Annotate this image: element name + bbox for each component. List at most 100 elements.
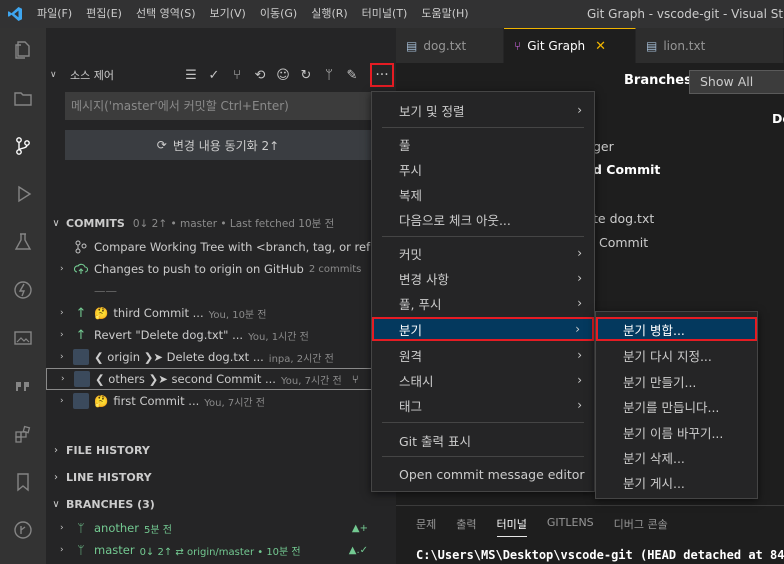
graph-row-text[interactable]: te dog.txt	[593, 211, 654, 226]
commit-row-selected[interactable]: › ❮ others ❯➤ second Commit ... You, 7시간…	[46, 368, 396, 390]
sync-changes-button[interactable]: ⟳ 변경 내용 동기화 2↑	[65, 130, 371, 160]
submenu-delete-branch[interactable]: 분기 삭제...	[596, 445, 757, 469]
file-history-title: FILE HISTORY	[66, 443, 150, 457]
smiley-icon[interactable]: ☺	[274, 66, 292, 84]
tab-dog-txt[interactable]: ▤ dog.txt	[396, 28, 504, 63]
tab-output[interactable]: 출력	[456, 516, 476, 537]
menu-item-branch[interactable]: 분기 ›	[372, 317, 594, 341]
folder-icon[interactable]	[11, 86, 35, 110]
sync-label: 변경 내용 동기화 2↑	[172, 138, 280, 153]
gitlens-icon[interactable]	[11, 278, 35, 302]
menu-help[interactable]: 도움말(H)	[414, 0, 475, 28]
git-graph-icon[interactable]	[11, 518, 35, 542]
graph-row-text[interactable]: Commit	[599, 235, 648, 250]
branches-dropdown[interactable]: Show All	[689, 70, 784, 94]
menu-item-pull[interactable]: 풀	[372, 132, 594, 156]
bookmark-icon[interactable]	[11, 470, 35, 494]
test-flask-icon[interactable]	[11, 230, 35, 254]
tab-problems[interactable]: 문제	[416, 516, 436, 537]
chevron-right-icon: ›	[577, 373, 582, 387]
menu-go[interactable]: 이동(G)	[253, 0, 304, 28]
menu-item-commit[interactable]: 커밋 ›	[372, 241, 594, 265]
submenu-rename-branch[interactable]: 분기 이름 바꾸기...	[596, 420, 757, 444]
submenu-create-branch-from[interactable]: 분기를 만듭니다...	[596, 394, 757, 418]
tab-gitlens[interactable]: GITLENS	[547, 516, 594, 537]
chevron-right-icon: ›	[577, 271, 582, 285]
tab-lion-txt[interactable]: ▤ lion.txt	[636, 28, 784, 63]
emoji-icon: 🤔	[94, 306, 109, 320]
commit-row-text: Compare Working Tree with <branch, tag, …	[94, 240, 380, 254]
menu-item-clone[interactable]: 복제	[372, 182, 594, 206]
menu-item-label: 다음으로 체크 아웃...	[399, 212, 511, 228]
commits-section-header[interactable]: ∨ COMMITS 0↓ 2↑ • master • Last fetched …	[46, 213, 396, 233]
branch-row[interactable]: › ᛘ another 5분 전 ▲+	[46, 517, 396, 539]
branch-row[interactable]: › ᛘ master 0↓ 2↑ ⇄ origin/master • 10분 전…	[46, 539, 396, 561]
compare-icon[interactable]: ⑂	[352, 372, 359, 386]
submenu-create-branch[interactable]: 분기 만들기...	[596, 369, 757, 393]
terminal-prompt[interactable]: C:\Users\MS\Desktop\vscode-git (HEAD det…	[416, 548, 784, 562]
history-icon[interactable]: ⟲	[251, 66, 269, 84]
menu-item-open-commit-editor[interactable]: Open commit message editor	[372, 462, 594, 486]
chevron-right-icon: ›	[60, 264, 64, 274]
run-debug-icon[interactable]	[11, 182, 35, 206]
close-icon[interactable]: ✕	[595, 39, 606, 54]
commit-row[interactable]: › ↑ 🤔 third Commit ... You, 10분 전	[46, 302, 396, 324]
menu-item-remote[interactable]: 원격 ›	[372, 343, 594, 367]
commit-row[interactable]: › ↑ Revert "Delete dog.txt" ... You, 1시간…	[46, 324, 396, 346]
commit-row-sub: You, 1시간 전	[248, 331, 309, 343]
window-title: Git Graph - vscode-git - Visual Studio	[587, 7, 784, 21]
menu-run[interactable]: 실행(R)	[304, 0, 354, 28]
graph-row-text[interactable]: d Commit	[593, 162, 660, 177]
extensions-icon[interactable]	[11, 422, 35, 446]
edit-pencil-icon[interactable]: ✎	[343, 66, 361, 84]
tab-debug-console[interactable]: 디버그 콘솔	[614, 516, 668, 537]
submenu-rebase-branch[interactable]: 분기 다시 지정...	[596, 343, 757, 367]
branches-header[interactable]: ∨ BRANCHES (3)	[46, 494, 396, 514]
menu-bar: 파일(F) 편집(E) 선택 영역(S) 보기(V) 이동(G) 실행(R) 터…	[30, 0, 476, 28]
menu-item-changes[interactable]: 변경 사항 ›	[372, 266, 594, 290]
menu-selection[interactable]: 선택 영역(S)	[129, 0, 203, 28]
graph-row-text[interactable]: ger	[593, 139, 614, 154]
submenu-publish-branch[interactable]: 분기 게시...	[596, 470, 757, 494]
scm-toolbar: ☰ ✓ ⑂ ⟲ ☺ ↻ ᛘ ✎	[182, 66, 361, 84]
git-graph-icon: ⑂	[514, 39, 522, 53]
tab-git-graph[interactable]: ⑂ Git Graph ✕	[504, 28, 636, 63]
chevron-right-icon: ›	[60, 545, 64, 555]
menu-item-show-git-output[interactable]: Git 출력 표시	[372, 428, 594, 452]
cloud-upload-icon	[72, 262, 90, 276]
tab-terminal[interactable]: 터미널	[496, 516, 527, 537]
menu-item-label: 푸시	[399, 162, 423, 178]
commit-message-input[interactable]: 메시지('master'에서 커밋할 Ctrl+Enter)	[65, 92, 371, 120]
refresh-icon[interactable]: ↻	[297, 66, 315, 84]
commit-row-sub: You, 7시간 전	[204, 397, 266, 409]
menu-item-checkout[interactable]: 다음으로 체크 아웃...	[372, 207, 594, 231]
submenu-merge-branch[interactable]: 분기 병합...	[596, 317, 757, 341]
menu-item-push[interactable]: 푸시	[372, 157, 594, 181]
file-history-header[interactable]: › FILE HISTORY	[46, 440, 396, 460]
menu-item-pull-push[interactable]: 풀, 푸시 ›	[372, 291, 594, 315]
quote-icon[interactable]	[11, 374, 35, 398]
more-actions-button[interactable]: ···	[370, 63, 394, 87]
view-as-list-icon[interactable]: ☰	[182, 66, 200, 84]
compare-icon	[72, 240, 90, 254]
menu-item-stash[interactable]: 스태시 ›	[372, 368, 594, 392]
menu-item-tags[interactable]: 태그 ›	[372, 393, 594, 417]
commit-row[interactable]: › ❮ origin ❯➤ Delete dog.txt ... inpa, 2…	[46, 346, 396, 368]
menu-edit[interactable]: 편집(E)	[79, 0, 129, 28]
menu-item-view-sort[interactable]: 보기 및 정렬 ›	[372, 98, 594, 122]
menu-file[interactable]: 파일(F)	[30, 0, 79, 28]
commit-row[interactable]: Compare Working Tree with <branch, tag, …	[46, 236, 396, 258]
branch-name: master	[94, 543, 135, 557]
separator-text: ——	[94, 284, 117, 298]
commit-row[interactable]: › 🤔 first Commit ... You, 7시간 전	[46, 390, 396, 412]
explorer-icon[interactable]	[11, 38, 35, 62]
pull-request-icon[interactable]: ⑂	[228, 66, 246, 84]
menu-view[interactable]: 보기(V)	[202, 0, 252, 28]
commit-check-icon[interactable]: ✓	[205, 66, 223, 84]
line-history-header[interactable]: › LINE HISTORY	[46, 467, 396, 487]
menu-terminal[interactable]: 터미널(T)	[355, 0, 415, 28]
remote-explorer-icon[interactable]	[11, 326, 35, 350]
source-control-icon[interactable]	[11, 134, 35, 158]
commit-row[interactable]: › Changes to push to origin on GitHub 2 …	[46, 258, 396, 280]
branch-icon[interactable]: ᛘ	[320, 66, 338, 84]
